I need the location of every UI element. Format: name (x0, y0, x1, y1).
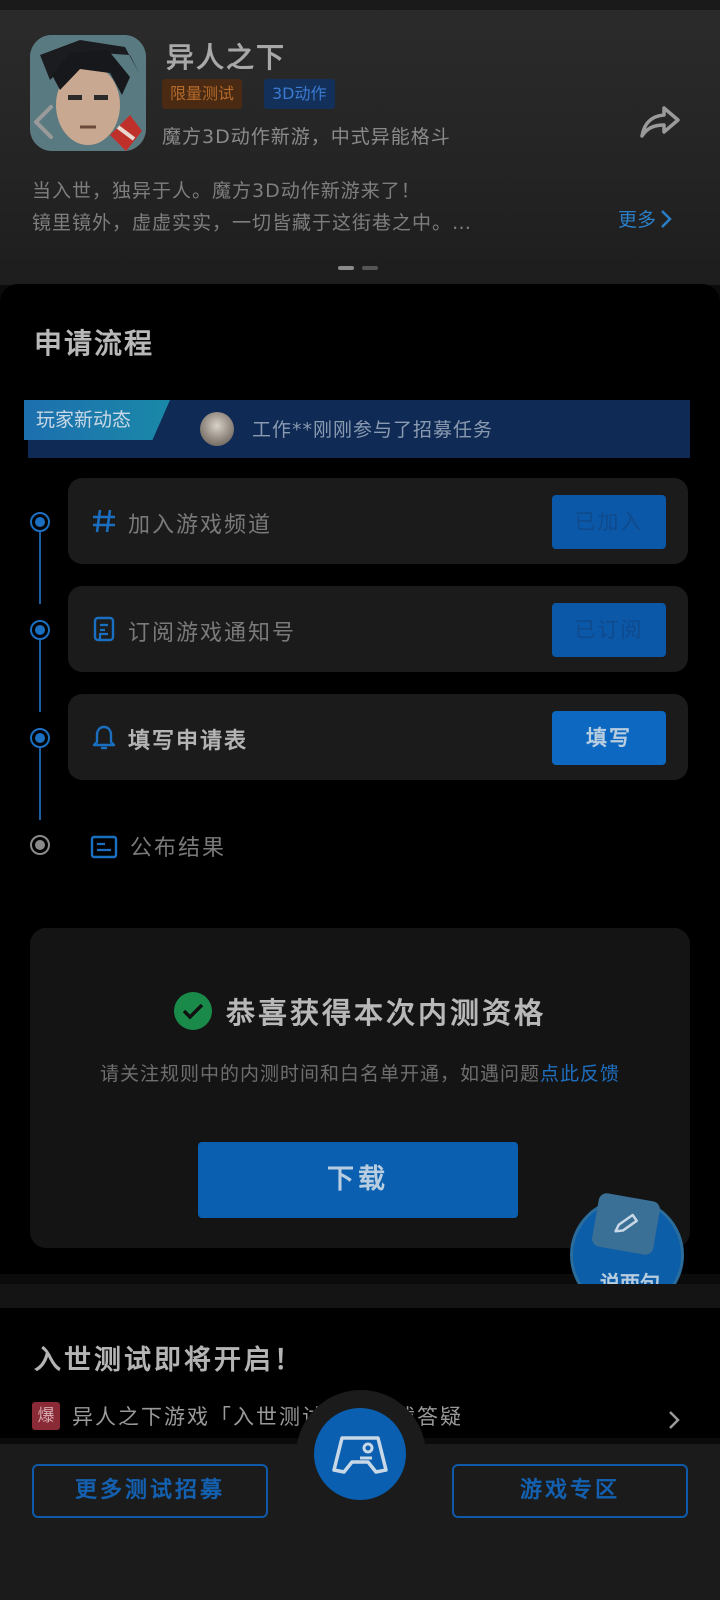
status-strip (0, 0, 720, 10)
chevron-left-icon (34, 105, 53, 139)
tag-3d-action: 3D动作 (264, 79, 335, 109)
timeline-dot (30, 512, 50, 532)
subscribed-button[interactable]: 已订阅 (552, 603, 666, 657)
step-label: 订阅游戏通知号 (128, 621, 297, 646)
timeline-dot (30, 835, 50, 855)
chevron-right-icon (661, 209, 672, 228)
application-process-panel: 申请流程 玩家新动态 工作**刚刚参与了招募任务 加入游戏频道 已加入 订阅游戏… (0, 284, 720, 1274)
description-line-2: 镜里镜外，虚虚实实，一切皆藏于这街巷之中。… (32, 212, 473, 234)
timeline-connector (39, 748, 41, 820)
ticker-badge: 玩家新动态 (24, 400, 170, 440)
ticker-text: 工作**刚刚参与了招募任务 (252, 419, 494, 441)
game-subtitle: 魔方3D动作新游，中式异能格斗 (162, 126, 451, 148)
avatar (200, 412, 234, 446)
carousel-dot-active (338, 266, 354, 270)
result-icon (90, 833, 118, 861)
notice-icon (90, 615, 118, 643)
game-center-button[interactable] (314, 1408, 406, 1500)
timeline-connector (39, 532, 41, 604)
more-link[interactable]: 更多 (618, 205, 672, 232)
step-label: 公布结果 (130, 836, 227, 861)
back-button[interactable] (26, 100, 60, 144)
section-divider (0, 1284, 720, 1308)
game-zone-button[interactable]: 游戏专区 (452, 1464, 688, 1518)
step-join-channel: 加入游戏频道 已加入 (68, 478, 688, 564)
step-label: 加入游戏频道 (128, 513, 273, 538)
note-text: 请关注规则中的内测时间和白名单开通，如遇问题 (99, 1063, 540, 1085)
game-description: 当入世，独异于人。魔方3D动作新游来了！ 镜里镜外，虚虚实实，一切皆藏于这街巷之… (32, 175, 592, 239)
game-title: 异人之下 (166, 41, 287, 74)
qualification-note: 请关注规则中的内测时间和白名单开通，如遇问题点此反馈 (90, 1058, 630, 1090)
qualification-title: 恭喜获得本次内测资格 (225, 996, 546, 1030)
player-activity-ticker: 玩家新动态 工作**刚刚参与了招募任务 (24, 400, 690, 458)
bell-icon (90, 723, 118, 751)
chevron-right-icon (669, 1411, 680, 1429)
timeline-connector (39, 640, 41, 712)
step-fill-application: 填写申请表 填写 (68, 694, 688, 780)
download-button[interactable]: 下载 (198, 1142, 518, 1218)
news-section-title: 入世测试即将开启！ (34, 1345, 304, 1376)
hot-badge: 爆 (32, 1402, 60, 1430)
step-label: 填写申请表 (128, 729, 249, 754)
game-header: 异人之下 限量测试 3D动作 魔方3D动作新游，中式异能格斗 当入世，独异于人。… (0, 0, 720, 285)
timeline-dot (30, 728, 50, 748)
step-subscribe-notice: 订阅游戏通知号 已订阅 (68, 586, 688, 672)
more-label: 更多 (618, 209, 657, 231)
check-circle-icon (173, 992, 212, 1030)
pencil-icon (590, 1192, 662, 1256)
share-button[interactable] (636, 100, 684, 144)
carousel-dot (362, 266, 378, 270)
fill-form-button[interactable]: 填写 (552, 711, 666, 765)
more-recruitment-button[interactable]: 更多测试招募 (32, 1464, 268, 1518)
feedback-link[interactable]: 点此反馈 (540, 1063, 620, 1085)
tag-limited-test: 限量测试 (162, 79, 243, 109)
share-icon (640, 106, 680, 138)
hash-icon (90, 507, 118, 535)
qualification-header: 恭喜获得本次内测资格 (30, 990, 690, 1032)
joined-button[interactable]: 已加入 (552, 495, 666, 549)
gamepad-icon (332, 1436, 388, 1474)
process-title: 申请流程 (34, 327, 155, 360)
carousel-indicator (338, 266, 378, 270)
description-line-1: 当入世，独异于人。魔方3D动作新游来了！ (32, 180, 421, 202)
qualification-card: 恭喜获得本次内测资格 请关注规则中的内测时间和白名单开通，如遇问题点此反馈 下载 (30, 928, 690, 1248)
timeline-dot (30, 620, 50, 640)
